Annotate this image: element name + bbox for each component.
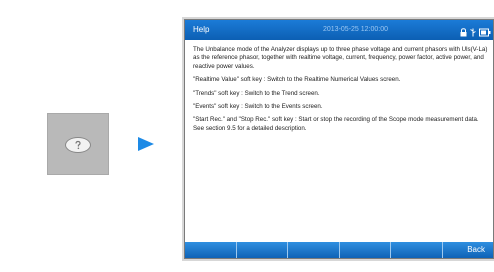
back-button[interactable]: Back xyxy=(443,242,494,258)
arrow-right-icon xyxy=(138,137,154,151)
title-bar: Help 2013-05-25 12:00:00 xyxy=(185,20,493,40)
softkey-2[interactable] xyxy=(237,242,288,258)
softkey-1[interactable] xyxy=(185,242,237,258)
help-paragraph: "Trends" soft key : Switch to the Trend … xyxy=(193,89,320,97)
help-content: The Unbalance mode of the Analyzer displ… xyxy=(193,46,489,238)
lock-icon xyxy=(460,25,467,45)
softkey-bar: Back xyxy=(185,242,493,258)
status-icons xyxy=(460,25,491,45)
battery-icon xyxy=(479,25,491,45)
help-paragraph: "Events" soft key : Switch to the Events… xyxy=(193,103,323,111)
usb-icon xyxy=(469,25,477,45)
softkey-4[interactable] xyxy=(340,242,391,258)
help-key-icon xyxy=(65,137,91,153)
help-paragraph: The Unbalance mode of the Analyzer displ… xyxy=(193,46,488,70)
help-hard-key[interactable] xyxy=(47,113,109,175)
help-paragraph: "Realtime Value" soft key : Switch to th… xyxy=(193,76,401,84)
help-paragraph: "Start Rec." and "Stop Rec." soft key : … xyxy=(193,116,479,132)
screen-title: Help xyxy=(193,25,210,34)
softkey-3[interactable] xyxy=(288,242,340,258)
softkey-5[interactable] xyxy=(391,242,443,258)
datetime: 2013-05-25 12:00:00 xyxy=(323,26,388,33)
left-panel xyxy=(0,0,160,272)
analyzer-screen: Help 2013-05-25 12:00:00 The Unbalance m… xyxy=(184,19,494,259)
